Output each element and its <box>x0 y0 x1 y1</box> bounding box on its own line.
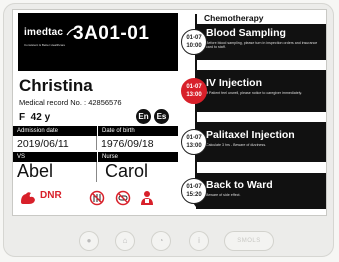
room-number: 3A01-01 <box>73 23 150 44</box>
event-date: 01-07 <box>186 35 202 41</box>
vs-name: Abel <box>17 161 54 181</box>
event-title: IV Injection <box>206 77 263 89</box>
mrn-value: 42856576 <box>88 98 122 107</box>
event-time-marker: 01-07 10:00 <box>181 29 207 55</box>
card-header: imedtac Consistent & Better Healthcare 3… <box>18 13 178 71</box>
brightness-button[interactable]: ◔ <box>152 232 170 250</box>
logo-subtitle: Consistent & Better Healthcare <box>24 43 66 47</box>
event-time: 13:00 <box>186 143 202 149</box>
no-food-icon <box>89 190 105 206</box>
event-time: 15:20 <box>186 192 202 198</box>
patient-name: Christina <box>19 76 93 95</box>
event-title: Palitaxel Injection <box>206 129 295 141</box>
event-time: 10:00 <box>186 43 202 49</box>
timeline-event[interactable]: IV Injection If Patient feel unwell, ple… <box>196 70 326 112</box>
event-note: If Patient feel unwell, please notice to… <box>206 91 303 95</box>
admission-date-header: Admission date <box>13 126 97 136</box>
event-time-marker: 01-07 13:00 <box>181 129 207 155</box>
age-value: 42 y <box>30 112 51 123</box>
divider <box>96 162 97 182</box>
event-date: 01-07 <box>186 184 202 190</box>
timeline-title: Chemotherapy <box>204 13 264 23</box>
power-button[interactable]: ● <box>80 232 98 250</box>
arm-muscle-icon <box>21 192 35 204</box>
timeline-event[interactable]: Palitaxel Injection Calculate 3 hrs - Be… <box>196 122 326 162</box>
language-badge-es: Es <box>154 109 169 124</box>
event-time-marker: 01-07 15:20 <box>181 178 207 204</box>
event-note: Before blood sampling, please turn in in… <box>206 41 318 50</box>
medical-record: Medical record No. : 42856576 <box>19 98 122 107</box>
date-of-birth: 1976/09/18 <box>101 138 154 150</box>
home-button[interactable]: ⌂ <box>116 232 134 250</box>
event-date: 01-07 <box>186 84 202 90</box>
admission-date: 2019/06/11 <box>17 138 69 150</box>
dnr-label: DNR <box>40 190 62 201</box>
treatment-timeline: Chemotherapy Blood Sampling Before blood… <box>178 10 326 215</box>
event-date: 01-07 <box>186 135 202 141</box>
event-time-marker-active: 01-07 13:00 <box>181 78 207 104</box>
divider <box>96 136 97 150</box>
mrn-label: Medical record No. : <box>19 98 87 107</box>
patient-card: imedtac Consistent & Better Healthcare 3… <box>13 10 178 215</box>
info-button[interactable]: i <box>190 232 208 250</box>
event-note: Calculate 3 hrs - Beware of dizziness. <box>206 143 267 147</box>
brand-logo: imedtac <box>24 27 76 38</box>
smols-button[interactable]: SMOLS <box>225 232 273 250</box>
alert-bar: DNR <box>13 184 178 214</box>
language-badge-en: En <box>136 109 151 124</box>
event-note: Beware of side effect. <box>206 193 241 197</box>
timeline-event[interactable]: Blood Sampling Before blood sampling, pl… <box>196 24 326 60</box>
timeline-event[interactable]: Back to Ward Beware of side effect. <box>196 173 326 209</box>
nurse-name: Carol <box>105 161 149 181</box>
event-time: 13:00 <box>186 92 202 98</box>
sex-value: F <box>19 112 26 123</box>
no-pills-icon <box>115 190 131 206</box>
event-title: Back to Ward <box>206 179 273 191</box>
event-title: Blood Sampling <box>206 27 286 39</box>
sex-age: F 42 y <box>19 112 50 123</box>
logo-text: imedtac <box>24 27 64 38</box>
bedside-display: imedtac Consistent & Better Healthcare 3… <box>12 9 327 216</box>
dob-header: Date of birth <box>98 126 178 136</box>
person-icon <box>141 191 153 205</box>
